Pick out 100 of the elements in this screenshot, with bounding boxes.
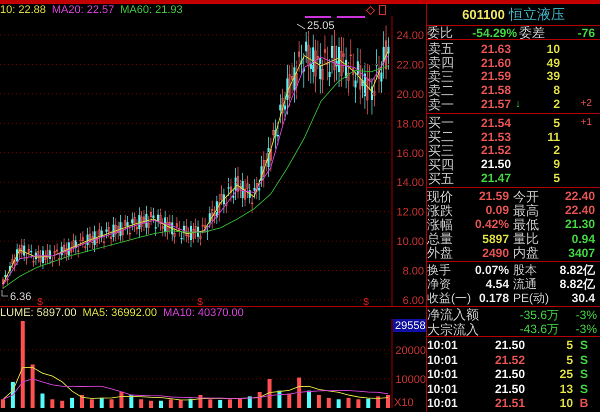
order-level-label: 卖三 — [427, 70, 455, 83]
stat-value: 8.82亿 — [558, 264, 596, 276]
indicator-legend: LUME: 5897.00 — [0, 308, 76, 318]
stat-value: 0.94 — [570, 232, 596, 245]
stat-value: 3407 — [567, 246, 596, 259]
stat-label: 量比 — [512, 232, 540, 246]
trade-side: S — [578, 339, 589, 352]
trade-time: 10:01 — [427, 368, 459, 380]
bar — [248, 396, 252, 408]
stat-label: 现价 — [427, 190, 454, 203]
flow-label: 大宗流入 — [427, 322, 480, 336]
bar — [218, 400, 222, 408]
stat-value: -54.29% — [471, 26, 517, 38]
bar — [238, 398, 242, 408]
stat-label: 流通 — [512, 277, 538, 292]
stat-label: 最高 — [512, 204, 540, 217]
bar — [168, 399, 173, 408]
trade-side: S — [578, 382, 589, 395]
trade-volume: 13 — [558, 382, 573, 395]
stat-label: 净资 — [427, 277, 452, 292]
bar — [297, 378, 302, 408]
bar — [307, 390, 312, 408]
order-price: 21.47 — [480, 172, 511, 184]
stat-label: 总量 — [427, 232, 454, 246]
stat-value: 8.82亿 — [558, 278, 596, 290]
bar — [356, 399, 360, 408]
order-price: 21.54 — [480, 116, 511, 129]
event-marker: $ — [197, 297, 203, 306]
bar — [80, 394, 84, 408]
order-price: 21.52 — [480, 144, 511, 156]
stock-name: 恒立液压 — [508, 5, 565, 24]
square-icon — [379, 5, 386, 15]
stat-label: 委差 — [518, 26, 546, 39]
trade-price: 21.50 — [494, 339, 525, 352]
order-level-label: 买三 — [427, 144, 455, 157]
stat-value: 4.54 — [484, 278, 510, 290]
flow-percent: -3% — [574, 308, 598, 321]
trade-side: S — [578, 354, 589, 366]
stat-value: 2490 — [481, 246, 510, 259]
bar — [20, 321, 25, 408]
bar — [70, 398, 74, 408]
order-level-label: 卖二 — [427, 84, 455, 97]
trade-volume: 5 — [565, 339, 573, 352]
volume-change: +1 — [580, 116, 592, 128]
order-price: 21.63 — [480, 42, 511, 55]
flow-percent: -3% — [574, 323, 598, 336]
trade-price: 21.50 — [494, 368, 525, 380]
order-level-label: 卖五 — [427, 42, 455, 56]
dashed-marker-drawing — [337, 16, 365, 18]
current-volume-badge: 29558 — [393, 319, 426, 332]
bar — [119, 392, 124, 408]
bar — [316, 394, 321, 408]
price-axis-label: 8.00 — [402, 266, 424, 278]
stat-label: 收益(一) — [427, 291, 472, 306]
price-axis-label: 10.00 — [396, 236, 424, 248]
order-volume: 49 — [546, 56, 560, 69]
order-volume: 10 — [546, 42, 560, 55]
bar — [386, 394, 390, 408]
bar — [158, 400, 163, 408]
bar — [268, 379, 272, 408]
order-price: 21.57 — [480, 98, 511, 110]
volume-scale-label: X10 — [394, 397, 414, 408]
stock-code: 601100 — [462, 6, 505, 24]
bar — [287, 394, 292, 408]
order-volume: 2 — [552, 98, 560, 110]
stat-value: 22.40 — [564, 190, 596, 202]
bar — [40, 394, 44, 408]
stat-value: 30.4 — [570, 292, 596, 304]
indicator-legend: MA20: 22.57 — [52, 4, 114, 16]
trade-price: 21.50 — [494, 382, 525, 395]
price-axis-label: 24.00 — [396, 30, 424, 42]
order-volume: 8 — [552, 84, 560, 96]
stat-value: 0.42% — [474, 218, 510, 230]
stat-label: 最低 — [512, 218, 540, 231]
order-price: 21.53 — [480, 130, 511, 143]
order-volume: 5 — [552, 116, 560, 129]
order-level-label: 买二 — [427, 130, 455, 144]
indicator-legend: MA10: 40370.00 — [163, 308, 244, 318]
stat-label: 涨跌 — [427, 204, 454, 217]
stat-label: 内盘 — [512, 246, 540, 260]
event-marker: $ — [37, 297, 43, 306]
price-arrow: ↓ — [515, 98, 521, 110]
event-marker: $ — [363, 297, 369, 306]
trade-volume: 10 — [558, 397, 573, 409]
price-axis-label: 12.00 — [396, 206, 424, 219]
price-axis-label: 18.00 — [396, 118, 424, 130]
bar — [110, 399, 114, 408]
order-level-label: 卖四 — [427, 56, 455, 70]
indicator-legend: 10: 22.88 — [0, 4, 46, 16]
bar — [346, 398, 351, 408]
volume-change: +2 — [580, 98, 592, 110]
bar — [178, 400, 183, 408]
bar — [139, 399, 144, 408]
leader-line — [2, 290, 8, 296]
bar — [1, 399, 5, 408]
volume-axis-label: 10000 — [395, 374, 426, 386]
bar — [30, 364, 35, 408]
trade-time: 10:01 — [427, 354, 459, 366]
volume-axis-label: 20000 — [395, 345, 426, 357]
bar — [90, 399, 94, 408]
